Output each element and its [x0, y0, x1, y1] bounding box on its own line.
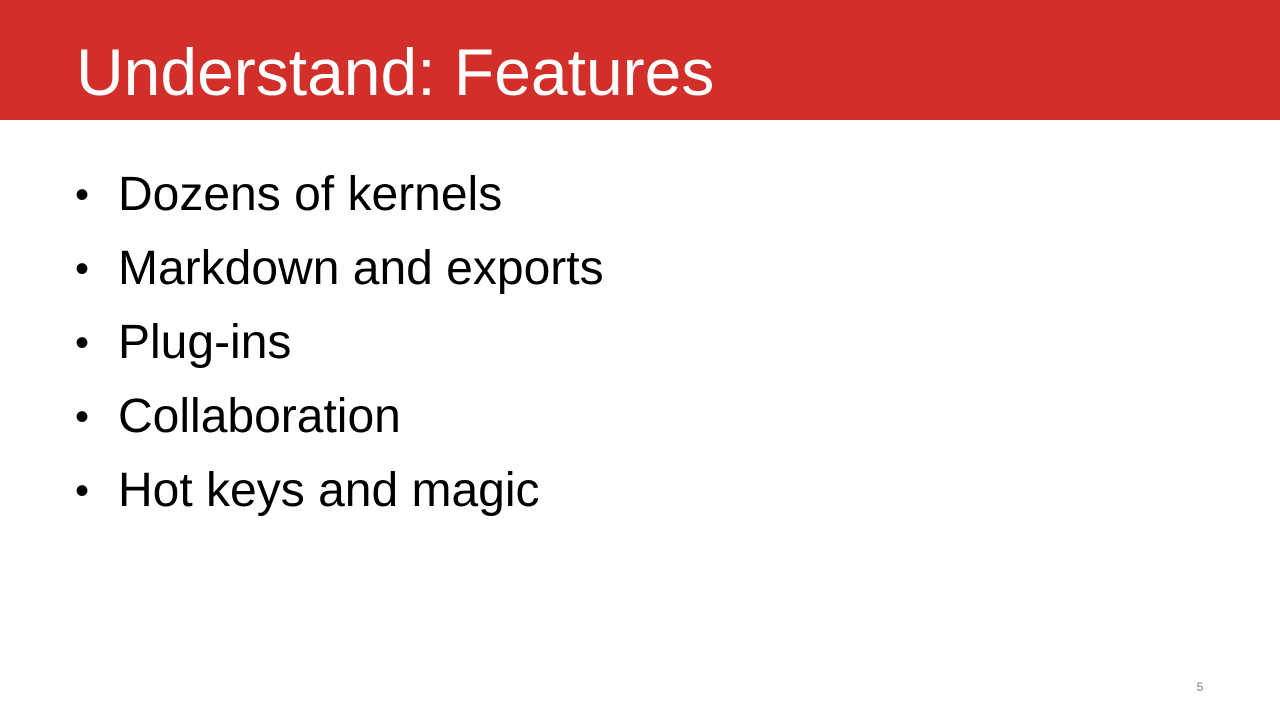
bullet-text: Markdown and exports — [118, 242, 604, 295]
bullet-dot-icon: • — [75, 395, 90, 439]
slide-title: Understand: Features — [76, 35, 715, 109]
bullet-item-kernels: • Dozens of kernels — [0, 158, 604, 232]
bullet-item-markdown: • Markdown and exports — [0, 232, 604, 306]
bullet-text: Hot keys and magic — [118, 464, 540, 517]
title-bar: Understand: Features — [0, 0, 1280, 120]
bullet-list: • Dozens of kernels • Markdown and expor… — [0, 158, 604, 528]
page-number: 5 — [1196, 680, 1204, 694]
bullet-dot-icon: • — [75, 247, 90, 291]
bullet-text: Dozens of kernels — [118, 168, 503, 221]
bullet-dot-icon: • — [75, 321, 90, 365]
bullet-dot-icon: • — [75, 469, 90, 513]
bullet-dot-icon: • — [75, 173, 90, 217]
bullet-item-plugins: • Plug-ins — [0, 306, 604, 380]
bullet-text: Plug-ins — [118, 316, 292, 369]
bullet-item-collaboration: • Collaboration — [0, 380, 604, 454]
slide: Understand: Features • Dozens of kernels… — [0, 0, 1280, 720]
bullet-text: Collaboration — [118, 390, 401, 443]
bullet-item-hotkeys: • Hot keys and magic — [0, 454, 604, 528]
